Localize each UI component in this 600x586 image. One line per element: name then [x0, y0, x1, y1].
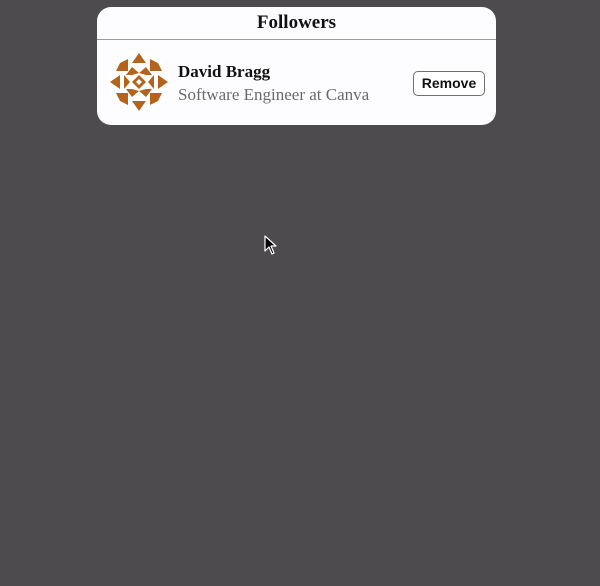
- arrow-pointer-icon: [264, 235, 277, 255]
- panel-title: Followers: [97, 7, 496, 40]
- remove-button[interactable]: Remove: [413, 71, 485, 96]
- followers-panel: Followers David Bragg Software Engineer …: [97, 7, 496, 125]
- follower-row: David Bragg Software Engineer at Canva R…: [97, 40, 496, 125]
- follower-name: David Bragg: [178, 62, 271, 81]
- avatar: [108, 51, 170, 113]
- follower-subtitle: Software Engineer at Canva: [178, 85, 370, 104]
